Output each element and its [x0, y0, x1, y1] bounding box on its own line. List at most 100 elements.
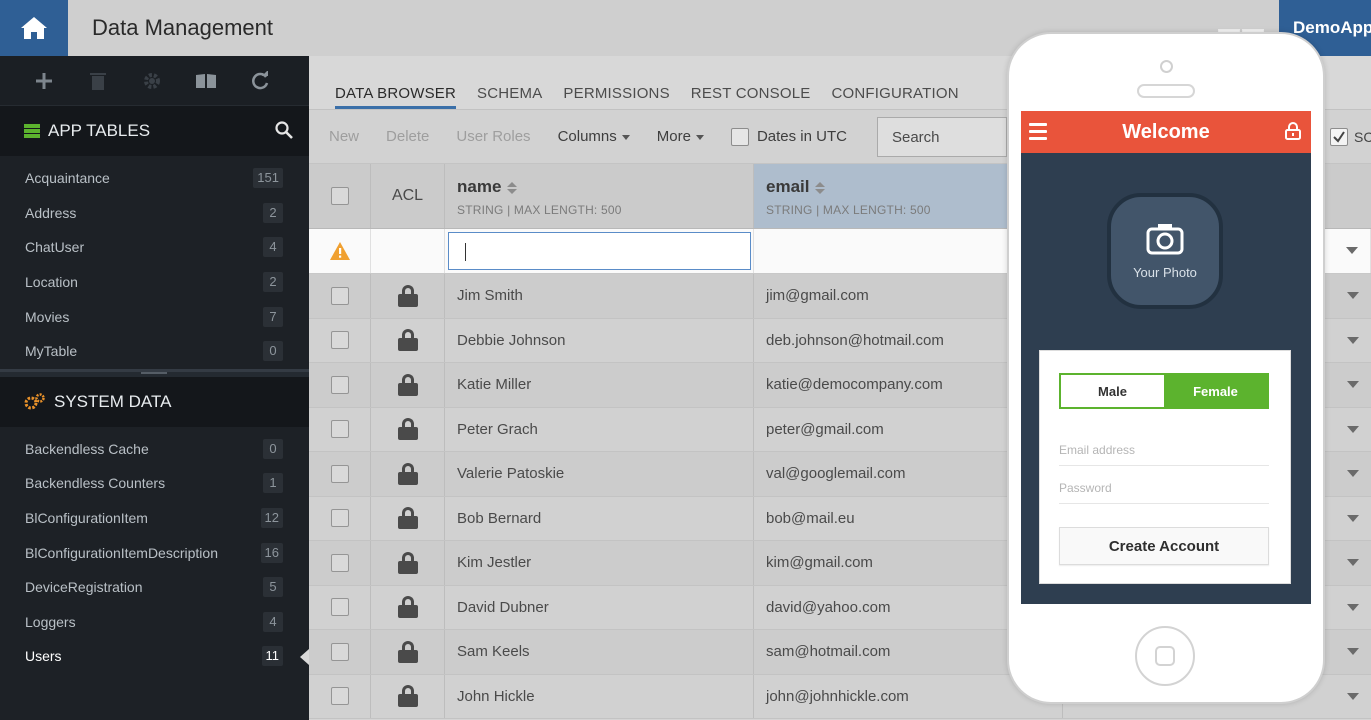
app-tables-header[interactable]: APP TABLES — [0, 106, 309, 156]
row-checkbox[interactable] — [330, 598, 349, 617]
tab-configuration[interactable]: CONFIGURATION — [831, 85, 958, 109]
sidebar-resize-handle[interactable] — [0, 368, 309, 377]
name-cell[interactable]: Jim Smith — [445, 274, 754, 318]
row-checkbox[interactable] — [330, 509, 349, 528]
count-badge: 2 — [263, 202, 283, 223]
lock-icon[interactable] — [397, 640, 418, 663]
row-checkbox[interactable] — [330, 687, 349, 706]
lock-icon[interactable] — [1284, 122, 1302, 145]
checked-checkbox[interactable] — [1330, 128, 1348, 146]
new-name-input[interactable] — [448, 232, 751, 270]
sidebar-item-location[interactable]: Location 2 — [0, 265, 309, 300]
row-checkbox[interactable] — [330, 420, 349, 439]
name-cell[interactable]: Valerie Patoskie — [445, 452, 754, 496]
dates-utc-toggle[interactable]: Dates in UTC — [730, 127, 847, 146]
chevron-down-icon[interactable] — [1346, 247, 1358, 254]
right-toolbar-toggle[interactable]: SC — [1330, 128, 1371, 146]
sort-icon[interactable] — [815, 181, 826, 194]
name-cell[interactable]: Sam Keels — [445, 630, 754, 674]
row-checkbox[interactable] — [330, 331, 349, 350]
user-roles-button[interactable]: User Roles — [456, 128, 530, 145]
system-tables-list: Backendless Cache 0 Backendless Counters 1… — [0, 427, 309, 674]
tab-schema[interactable]: SCHEMA — [477, 85, 542, 109]
sidebar-item-blconfigurationitem[interactable]: BlConfigurationItem 12 — [0, 501, 309, 536]
name-cell[interactable]: Kim Jestler — [445, 541, 754, 585]
menu-icon[interactable] — [1029, 123, 1047, 140]
add-table-button[interactable] — [30, 67, 58, 95]
name-cell[interactable]: Debbie Johnson — [445, 318, 754, 362]
search-input[interactable]: Search — [876, 116, 1007, 157]
chevron-down-icon[interactable] — [1347, 336, 1359, 344]
row-checkbox[interactable] — [330, 553, 349, 572]
new-button[interactable]: New — [329, 128, 359, 145]
delete-button[interactable]: Delete — [386, 128, 429, 145]
sidebar-item-movies[interactable]: Movies 7 — [0, 299, 309, 334]
female-option[interactable]: Female — [1164, 375, 1267, 407]
row-checkbox[interactable] — [330, 642, 349, 661]
delete-table-button[interactable] — [84, 67, 112, 95]
name-cell[interactable]: Peter Grach — [445, 407, 754, 451]
chevron-down-icon[interactable] — [1347, 381, 1359, 388]
docs-button[interactable] — [192, 67, 220, 95]
email-field[interactable]: Email address — [1059, 443, 1269, 466]
chevron-down-icon[interactable] — [1347, 692, 1359, 700]
sidebar-item-mytable[interactable]: MyTable 0 — [0, 334, 309, 369]
sidebar-item-deviceregistration[interactable]: DeviceRegistration 5 — [0, 570, 309, 605]
photo-upload-button[interactable]: Your Photo — [1107, 193, 1223, 309]
photo-label: Your Photo — [1133, 264, 1197, 280]
chevron-down-icon[interactable] — [1347, 292, 1359, 299]
lock-icon[interactable] — [397, 507, 418, 530]
sidebar-item-blconfigurationitemdescription[interactable]: BlConfigurationItemDescription 16 — [0, 535, 309, 570]
count-badge: 0 — [263, 341, 283, 362]
columns-dropdown[interactable]: Columns — [558, 128, 630, 145]
sort-icon[interactable] — [507, 181, 518, 194]
sidebar-item-acquaintance[interactable]: Acquaintance 151 — [0, 161, 309, 196]
tab-rest-console[interactable]: REST CONSOLE — [691, 85, 811, 109]
select-all-checkbox[interactable] — [330, 187, 349, 205]
chevron-down-icon[interactable] — [1347, 514, 1359, 522]
lock-icon[interactable] — [397, 418, 418, 441]
home-button[interactable] — [0, 0, 68, 56]
male-option[interactable]: Male — [1061, 375, 1164, 407]
lock-icon[interactable] — [397, 685, 418, 708]
row-checkbox[interactable] — [330, 464, 349, 483]
phone-home-button[interactable] — [1135, 626, 1195, 686]
refresh-button[interactable] — [246, 67, 274, 95]
sidebar-item-chatuser[interactable]: ChatUser 4 — [0, 230, 309, 265]
sidebar-item-backendless-counters[interactable]: Backendless Counters 1 — [0, 466, 309, 501]
lock-icon[interactable] — [397, 284, 418, 307]
chevron-down-icon[interactable] — [1347, 603, 1359, 611]
more-dropdown[interactable]: More — [657, 128, 704, 145]
sidebar-item-backendless-cache[interactable]: Backendless Cache 0 — [0, 432, 309, 467]
dates-utc-checkbox[interactable] — [730, 127, 749, 146]
tab-data-browser[interactable]: DATA BROWSER — [335, 85, 457, 109]
lock-icon[interactable] — [397, 329, 418, 352]
name-cell[interactable]: David Dubner — [445, 585, 754, 629]
tab-permissions[interactable]: PERMISSIONS — [563, 85, 669, 109]
table-search-button[interactable] — [275, 121, 293, 144]
row-checkbox[interactable] — [330, 286, 349, 305]
sidebar-item-loggers[interactable]: Loggers 4 — [0, 605, 309, 640]
create-account-button[interactable]: Create Account — [1059, 527, 1269, 565]
name-cell[interactable]: Katie Miller — [445, 363, 754, 407]
lock-icon[interactable] — [397, 462, 418, 485]
lock-icon[interactable] — [397, 373, 418, 396]
table-settings-button[interactable] — [138, 67, 166, 95]
chevron-down-icon[interactable] — [1347, 470, 1359, 477]
system-data-header[interactable]: SYSTEM DATA — [0, 376, 309, 427]
name-cell[interactable]: John Hickle — [445, 674, 754, 718]
lock-icon[interactable] — [397, 596, 418, 619]
warning-icon — [329, 242, 350, 260]
sidebar-item-users[interactable]: Users 11 — [0, 639, 309, 674]
phone-camera — [1160, 60, 1173, 73]
camera-icon — [1146, 223, 1184, 254]
name-cell[interactable]: Bob Bernard — [445, 496, 754, 540]
lock-icon[interactable] — [397, 551, 418, 574]
chevron-down-icon[interactable] — [1347, 425, 1359, 433]
sidebar-item-address[interactable]: Address 2 — [0, 196, 309, 231]
chevron-down-icon[interactable] — [1347, 559, 1359, 566]
row-checkbox[interactable] — [330, 375, 349, 394]
name-column-header[interactable]: name STRING | MAX LENGTH: 500 — [445, 164, 754, 228]
chevron-down-icon[interactable] — [1347, 648, 1359, 655]
password-field[interactable]: Password — [1059, 481, 1269, 504]
